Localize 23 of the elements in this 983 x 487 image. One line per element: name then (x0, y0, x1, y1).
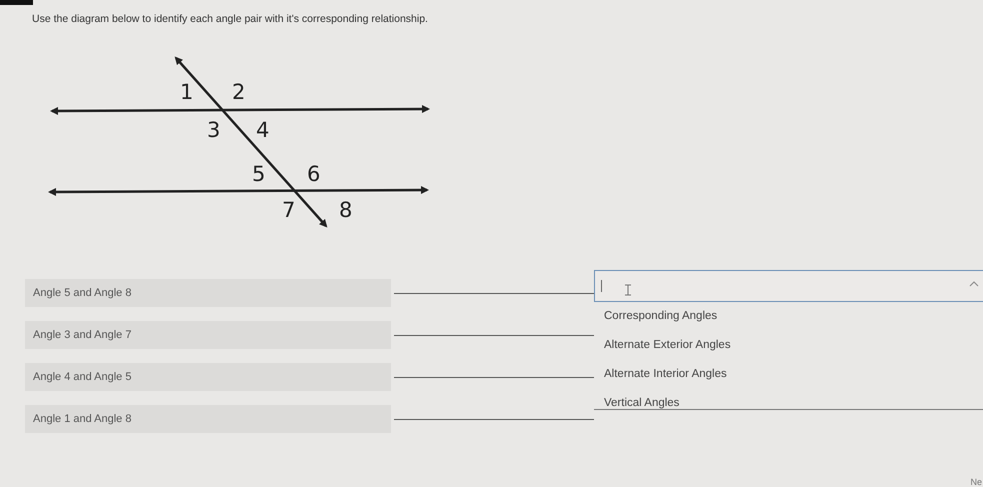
angle-label: 2 (232, 80, 246, 104)
angle-label: 1 (180, 80, 194, 104)
angle-label: 3 (207, 118, 220, 142)
dropdown-option[interactable]: Vertical Angles (604, 395, 983, 411)
answer-select-field[interactable] (594, 270, 983, 302)
next-button[interactable]: Ne (969, 477, 983, 487)
instruction-text: Use the diagram below to identify each angle pair with it's corresponding relationship. (32, 13, 429, 25)
angle-label: 6 (307, 162, 320, 186)
dropdown-option[interactable]: Alternate Interior Angles (604, 366, 983, 382)
caret-up-icon (969, 281, 979, 287)
angle-label: 4 (256, 118, 270, 142)
angle-pair-label: Angle 5 and Angle 8 (25, 279, 391, 307)
text-cursor-icon (601, 280, 602, 292)
angle-label: 7 (282, 198, 296, 222)
ibeam-cursor-icon (624, 284, 632, 296)
dropdown-option[interactable]: Alternate Exterior Angles (604, 337, 983, 353)
angle-label: 5 (252, 162, 266, 186)
dropdown-option[interactable]: Corresponding Angles (604, 308, 983, 324)
angle-label: 8 (339, 198, 352, 222)
angle-pair-label: Angle 4 and Angle 5 (25, 363, 391, 391)
angle-pair-label: Angle 1 and Angle 8 (25, 405, 391, 433)
angle-pair-label: Angle 3 and Angle 7 (25, 321, 391, 349)
top-bar (0, 0, 33, 5)
